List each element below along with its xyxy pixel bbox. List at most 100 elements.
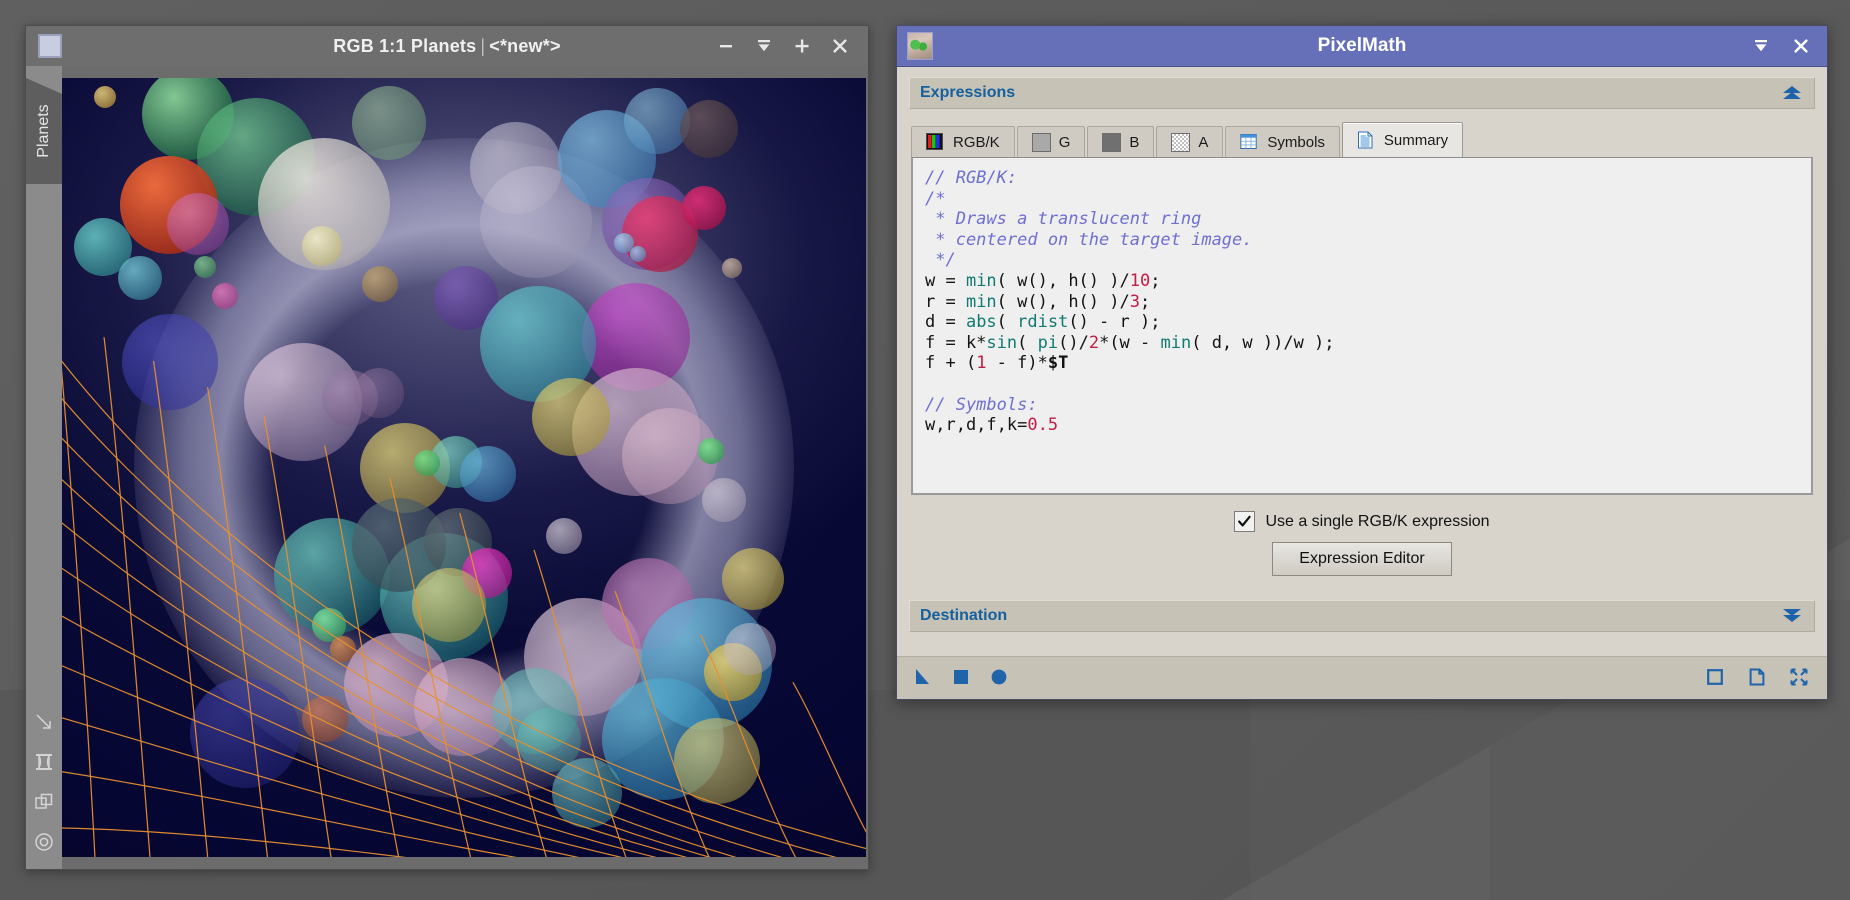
image-window-buttons[interactable] [716, 36, 868, 56]
sphere [460, 446, 516, 502]
sphere [122, 314, 218, 410]
sphere [698, 438, 724, 464]
code-token: ; [1150, 270, 1161, 291]
table-grid-icon [1240, 133, 1258, 151]
transform-frame-icon[interactable] [33, 751, 55, 773]
sphere [412, 568, 486, 642]
code-token: // RGB/K: [925, 168, 1018, 188]
code-line: /* [925, 189, 1799, 210]
destination-section-header[interactable]: Destination [909, 600, 1815, 632]
code-token: // Symbols: [925, 394, 1038, 415]
expression-editor-button[interactable]: Expression Editor [1272, 542, 1452, 576]
rollup-icon[interactable] [754, 36, 774, 56]
tab-label: Summary [1383, 131, 1449, 149]
code-token: */ [925, 250, 956, 271]
code-line: // Symbols: [925, 395, 1799, 416]
sphere [362, 266, 398, 302]
code-token: r = [925, 291, 966, 312]
code-token: min [965, 270, 997, 291]
summary-code-view[interactable]: // RGB/K:/* * Draws a translucent ring *… [911, 157, 1813, 495]
code-token: 1 [976, 353, 987, 374]
code-token: 3 [1129, 291, 1140, 312]
pixelmath-window-buttons[interactable] [1751, 36, 1827, 56]
toolbar-left-icons[interactable] [913, 667, 1011, 689]
close-icon[interactable] [830, 36, 850, 56]
single-rgbk-expression-checkbox[interactable] [1234, 511, 1256, 532]
tab-label: Symbols [1267, 133, 1325, 151]
code-line: * Draws a translucent ring [925, 209, 1799, 230]
checkerboard-swatch-icon [1171, 133, 1191, 152]
pixelmath-titlebar[interactable]: PixelMath [897, 26, 1827, 67]
sphere [194, 256, 216, 278]
code-token: * centered on the target image. [925, 229, 1253, 250]
expressions-section-title: Expressions [920, 84, 1016, 101]
tab-rgbk[interactable]: RGB/K [911, 126, 1015, 157]
code-token: 2 [1088, 332, 1100, 353]
target-circle-icon[interactable] [33, 831, 55, 853]
image-window[interactable]: RGB 1:1 Planets | <*new*> Planets [25, 25, 869, 870]
pixelmath-app-icon [907, 32, 933, 60]
pixelmath-dialog[interactable]: PixelMath Expressions RGB/K G B A Symbol… [896, 25, 1828, 700]
apply-triangle-icon[interactable] [913, 667, 935, 689]
sphere [94, 86, 116, 108]
image-window-body: Planets [26, 66, 868, 869]
plus-icon[interactable] [792, 36, 812, 56]
code-token: $T [1047, 353, 1069, 374]
double-chevron-down-icon[interactable] [1780, 607, 1804, 625]
checkmark-icon [1238, 515, 1252, 527]
code-token: /* [925, 188, 946, 209]
code-token: min [965, 291, 997, 312]
sphere [302, 226, 342, 266]
sphere [414, 450, 440, 476]
sphere [724, 623, 776, 675]
image-window-titlebar[interactable]: RGB 1:1 Planets | <*new*> [26, 26, 868, 67]
apply-global-square-icon[interactable] [951, 667, 973, 689]
rollup-icon[interactable] [1751, 36, 1771, 56]
tab-label: A [1198, 133, 1209, 151]
code-token: f = k* [925, 332, 987, 353]
image-window-side-tab[interactable]: Planets [26, 78, 62, 184]
expressions-section-header[interactable]: Expressions [909, 77, 1815, 109]
double-chevron-up-icon[interactable] [1780, 84, 1804, 102]
execute-circle-icon[interactable] [989, 667, 1011, 689]
duplicate-layers-icon[interactable] [33, 791, 55, 813]
close-icon[interactable] [1791, 36, 1811, 56]
sphere [118, 256, 162, 300]
expression-tabs[interactable]: RGB/K G B A Symbols Summary [911, 122, 1813, 157]
minimize-icon[interactable] [716, 36, 736, 56]
code-token: ; [1139, 291, 1151, 312]
browse-documentation-icon[interactable] [1747, 667, 1769, 689]
tab-symbols[interactable]: Symbols [1225, 126, 1340, 157]
pixelmath-title: PixelMath [1317, 35, 1407, 56]
toolbar-right-icons[interactable] [1705, 667, 1811, 689]
pixelmath-toolbar[interactable] [897, 656, 1827, 699]
tab-b[interactable]: B [1087, 126, 1155, 157]
new-instance-square-icon[interactable] [1705, 667, 1727, 689]
tab-summary[interactable]: Summary [1341, 122, 1464, 157]
single-rgbk-expression-checkbox-row[interactable]: Use a single RGB/K expression [1234, 511, 1490, 532]
document-lines-icon [1357, 131, 1375, 149]
sphere [167, 193, 229, 255]
code-token: rdist [1017, 312, 1069, 333]
code-line: r = min( w(), h() )/3; [925, 292, 1799, 313]
tab-a[interactable]: A [1156, 126, 1224, 157]
code-token: ()/ [1058, 332, 1089, 353]
reset-collapse-icon[interactable] [1789, 667, 1811, 689]
code-token: d = [925, 312, 966, 333]
code-line: */ [925, 250, 1799, 271]
code-line: w,r,d,f,k=0.5 [925, 415, 1799, 436]
arrow-diagonal-icon[interactable] [33, 711, 55, 733]
code-token: ( [996, 312, 1018, 333]
sphere [302, 696, 348, 742]
code-token: pi [1037, 332, 1059, 353]
code-token: ( w(), h() )/ [996, 270, 1130, 291]
tab-g[interactable]: G [1016, 126, 1086, 157]
code-token: ( [1017, 332, 1038, 353]
sphere [190, 678, 300, 788]
code-line: * centered on the target image. [925, 230, 1799, 251]
code-token: f + ( [925, 353, 977, 374]
gray-light-swatch-icon [1031, 133, 1051, 152]
code-token: 10 [1129, 270, 1151, 291]
image-window-tool-icons[interactable] [26, 711, 62, 853]
image-canvas[interactable] [62, 78, 866, 857]
